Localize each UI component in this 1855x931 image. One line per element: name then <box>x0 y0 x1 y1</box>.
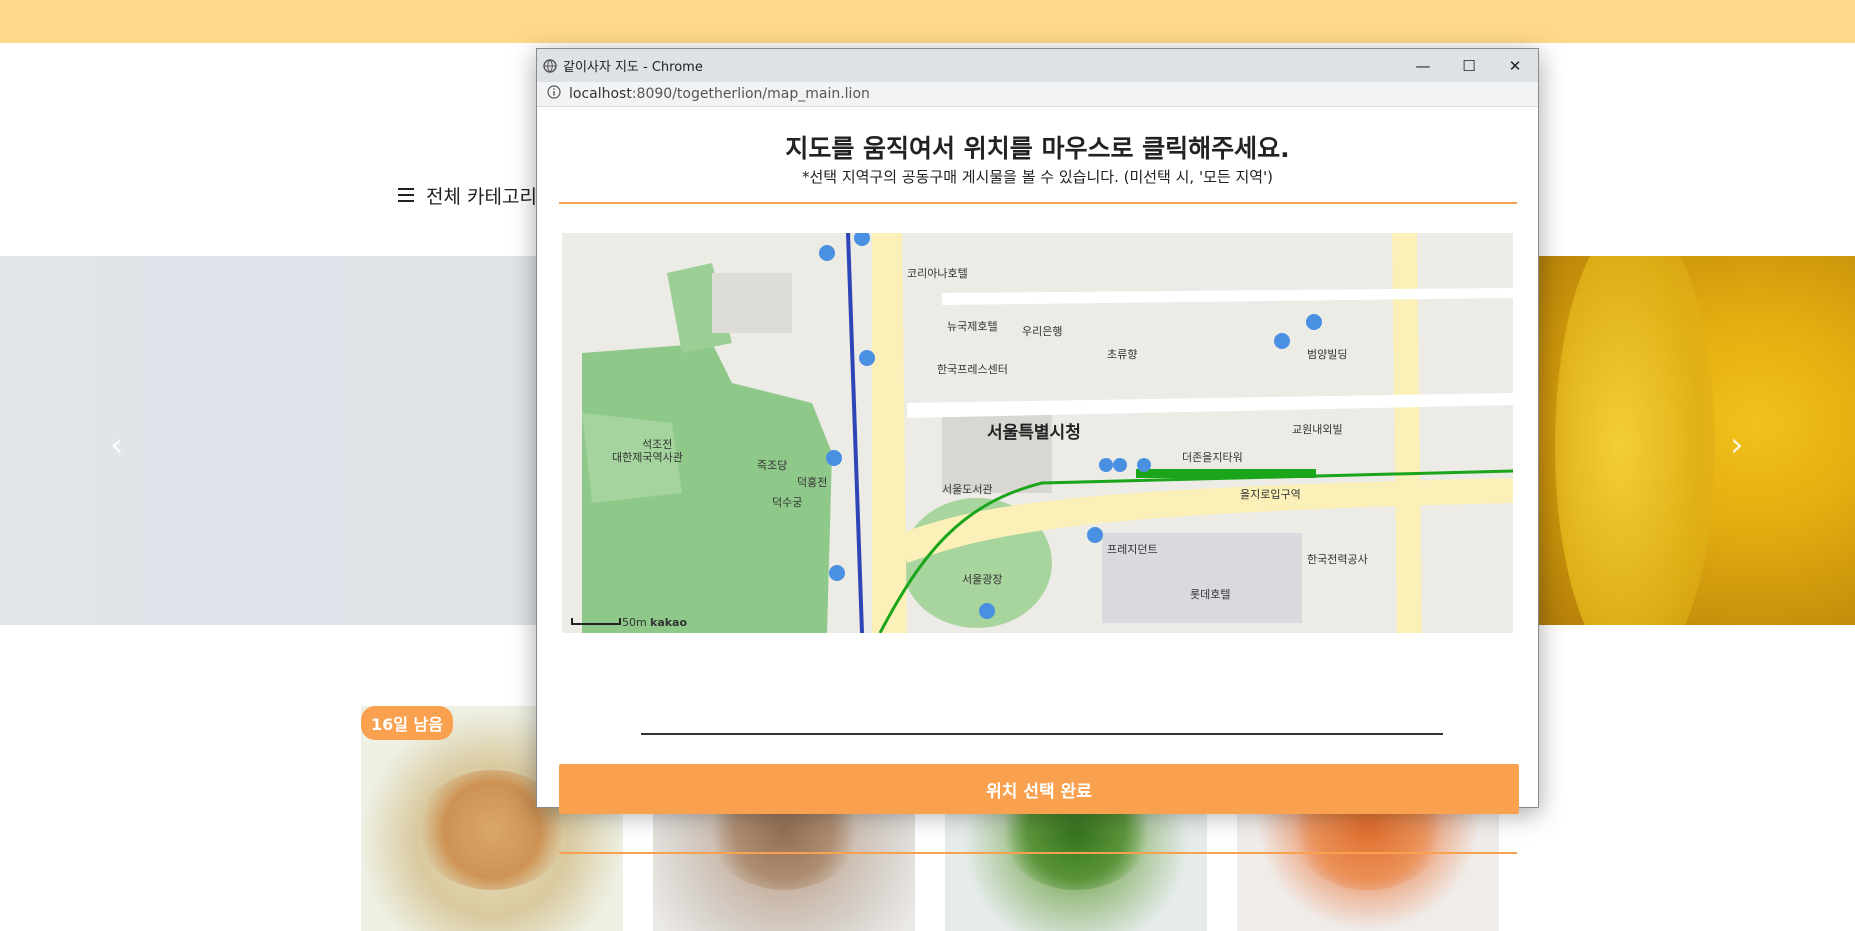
svg-text:교원내외빌: 교원내외빌 <box>1292 423 1343 436</box>
info-icon[interactable] <box>547 85 561 103</box>
svg-text:한국프레스센터: 한국프레스센터 <box>937 363 1008 376</box>
svg-text:프레지던트: 프레지던트 <box>1107 543 1158 556</box>
svg-text:50m: 50m <box>622 616 647 629</box>
globe-icon <box>543 58 557 73</box>
maximize-icon[interactable]: ☐ <box>1446 49 1492 82</box>
map-popup-window: 같이사자 지도 - Chrome — ☐ ✕ localhost:8090/to… <box>536 48 1539 854</box>
days-left-badge: 16일 남음 <box>361 706 453 740</box>
category-menu-label: 전체 카테고리 <box>426 186 537 208</box>
hero-prev-arrow-icon[interactable]: ‹ <box>110 425 124 465</box>
euljiro-station-bar <box>1136 469 1316 478</box>
city-hall-label: 서울특별시청 <box>987 422 1081 443</box>
popup-titlebar[interactable]: 같이사자 지도 - Chrome — ☐ ✕ <box>537 49 1538 82</box>
svg-text:초류향: 초류향 <box>1107 348 1137 361</box>
confirm-location-button[interactable]: 위치 선택 완료 <box>559 764 1519 814</box>
svg-text:우리은행: 우리은행 <box>1022 325 1062 338</box>
svg-text:더존을지타워: 더존을지타워 <box>1182 451 1243 464</box>
divider-bottom <box>559 852 1517 854</box>
hero-next-arrow-icon[interactable]: › <box>1730 425 1744 465</box>
svg-text:즉조당: 즉조당 <box>757 459 787 472</box>
top-banner <box>0 0 1855 43</box>
popup-heading: 지도를 움직여서 위치를 마우스로 클릭해주세요. <box>785 134 1290 163</box>
svg-text:서울광장: 서울광장 <box>962 573 1002 586</box>
svg-text:범양빌딩: 범양빌딩 <box>1307 348 1347 361</box>
svg-text:덕홍전: 덕홍전 <box>797 475 827 489</box>
svg-text:서울도서관: 서울도서관 <box>942 483 993 496</box>
svg-text:롯데호텔: 롯데호텔 <box>1190 588 1230 601</box>
svg-text:뉴국제호텔: 뉴국제호텔 <box>947 320 998 333</box>
url-path: :8090/togetherlion/map_main.lion <box>631 86 870 102</box>
close-icon[interactable]: ✕ <box>1492 49 1538 82</box>
address-bar[interactable]: localhost:8090/togetherlion/map_main.lio… <box>537 82 1538 107</box>
popup-content: 지도를 움직여서 위치를 마우스로 클릭해주세요. *선택 지역구의 공동구매 … <box>537 107 1538 854</box>
kakao-map[interactable]: 석조전 대한제국역사관 즉조당 덕수궁 덕홍전 코리아나호텔 뉴국제호텔 우리은… <box>562 233 1513 633</box>
kakao-logo: kakao <box>650 616 687 629</box>
category-menu[interactable]: 전체 카테고리 <box>398 182 537 209</box>
divider-top <box>559 202 1517 204</box>
svg-text:코리아나호텔: 코리아나호텔 <box>907 267 968 280</box>
selected-location-underline <box>641 733 1443 735</box>
main-road-vertical <box>872 233 907 633</box>
url-host: localhost <box>569 86 632 102</box>
popup-subheading: *선택 지역구의 공동구매 게시물을 볼 수 있습니다. (미선택 시, '모든… <box>801 168 1274 186</box>
svg-text:을지로입구역: 을지로입구역 <box>1240 488 1301 501</box>
svg-text:대한제국역사관: 대한제국역사관 <box>612 451 683 464</box>
svg-text:덕수궁: 덕수궁 <box>772 496 802 509</box>
hero-lemon-highlight <box>1555 256 1715 625</box>
hamburger-icon <box>398 185 414 207</box>
window-title: 같이사자 지도 - Chrome <box>563 60 703 75</box>
minimize-icon[interactable]: — <box>1400 49 1446 82</box>
svg-text:석조전: 석조전 <box>642 438 672 451</box>
svg-text:한국전력공사: 한국전력공사 <box>1307 553 1368 566</box>
